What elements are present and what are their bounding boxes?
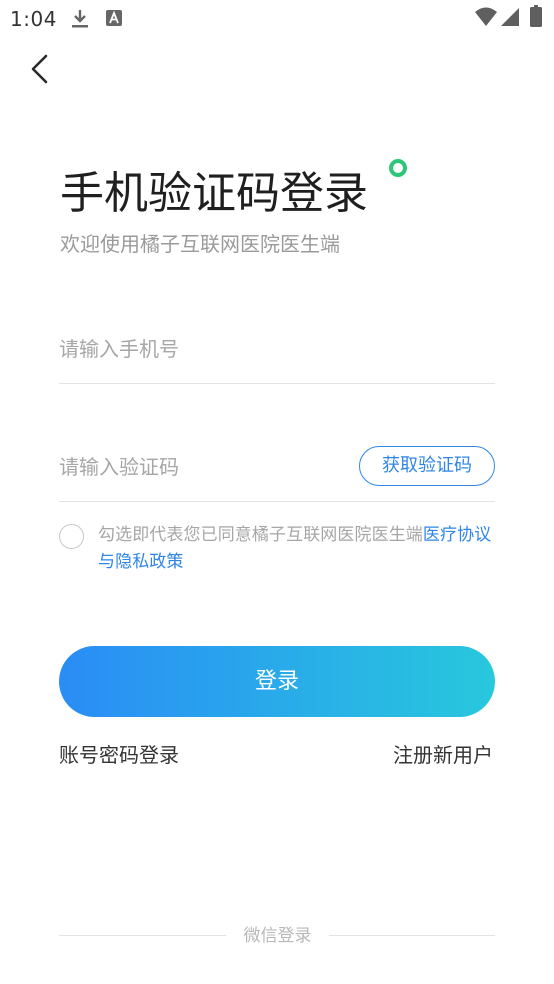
code-field: 获取验证码	[59, 443, 495, 502]
a-notification-icon	[106, 10, 122, 26]
battery-icon	[530, 5, 542, 27]
chevron-left-icon	[31, 54, 48, 84]
title-decoration-dot	[389, 159, 407, 177]
footer-divider-right	[329, 935, 495, 936]
page-title: 手机验证码登录	[60, 168, 368, 219]
agreement-checkbox[interactable]	[59, 524, 84, 549]
status-bar: 1:04	[0, 0, 554, 36]
wechat-login-link[interactable]: 微信登录	[226, 924, 329, 948]
agreement-label: 勾选即代表您已同意橘子互联网医院医生端	[98, 525, 423, 545]
phone-field	[59, 325, 495, 384]
get-code-button[interactable]: 获取验证码	[359, 446, 495, 486]
footer-divider-left	[59, 935, 226, 936]
wifi-icon	[475, 7, 497, 26]
account-password-login-link[interactable]: 账号密码登录	[59, 740, 179, 770]
signal-icon	[501, 8, 519, 26]
login-button[interactable]: 登录	[59, 646, 495, 717]
register-link[interactable]: 注册新用户	[393, 740, 493, 770]
page-subtitle: 欢迎使用橘子互联网医院医生端	[60, 232, 340, 256]
code-input[interactable]	[59, 443, 349, 491]
phone-input[interactable]	[59, 325, 495, 373]
status-time: 1:04	[10, 7, 57, 31]
agreement-text: 勾选即代表您已同意橘子互联网医院医生端医疗协议与隐私政策	[98, 522, 498, 576]
download-icon	[72, 10, 88, 28]
back-button[interactable]	[22, 48, 62, 90]
